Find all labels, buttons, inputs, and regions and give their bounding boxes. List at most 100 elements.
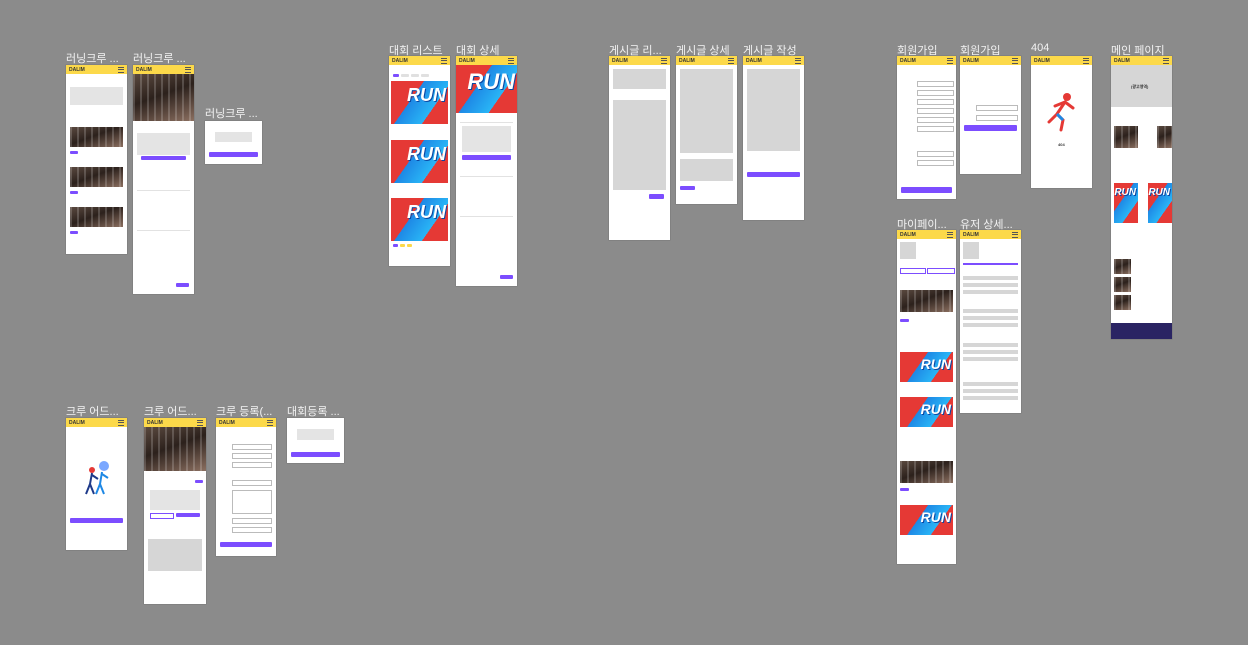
crew-card-photo[interactable] bbox=[1114, 126, 1138, 148]
frame-post-list[interactable]: DALIM bbox=[609, 56, 670, 240]
hamburger-menu-icon[interactable] bbox=[267, 419, 273, 426]
form-input[interactable] bbox=[917, 108, 954, 114]
hamburger-menu-icon[interactable] bbox=[197, 419, 203, 426]
app-logo[interactable]: DALIM bbox=[900, 232, 916, 238]
app-logo[interactable]: DALIM bbox=[69, 67, 85, 73]
create-crew-button[interactable] bbox=[70, 518, 123, 523]
apply-race-button[interactable] bbox=[462, 155, 511, 160]
frame-user-detail[interactable]: DALIM bbox=[960, 230, 1021, 413]
description-textarea[interactable] bbox=[232, 490, 272, 514]
hamburger-menu-icon[interactable] bbox=[947, 231, 953, 238]
form-input[interactable] bbox=[917, 90, 954, 96]
race-poster[interactable]: RUN bbox=[900, 352, 953, 382]
confirm-button[interactable] bbox=[209, 152, 258, 157]
race-poster[interactable]: RUN bbox=[900, 505, 953, 535]
login-button[interactable] bbox=[964, 125, 1017, 131]
hamburger-menu-icon[interactable] bbox=[795, 57, 801, 64]
hamburger-menu-icon[interactable] bbox=[728, 57, 734, 64]
filter-chip[interactable] bbox=[393, 74, 399, 77]
frame-404[interactable]: DALIM 404 bbox=[1031, 56, 1092, 188]
join-crew-button[interactable] bbox=[141, 156, 186, 160]
notice-post[interactable] bbox=[613, 69, 666, 89]
app-logo[interactable]: DALIM bbox=[900, 58, 916, 64]
post-thumbnail[interactable] bbox=[1114, 277, 1131, 292]
race-poster[interactable]: RUN bbox=[1148, 183, 1172, 223]
form-input[interactable] bbox=[917, 160, 954, 166]
frame-race-register[interactable] bbox=[287, 418, 344, 463]
edit-crew-button[interactable] bbox=[150, 513, 174, 519]
logout-button[interactable] bbox=[927, 268, 955, 274]
app-logo[interactable]: DALIM bbox=[136, 67, 152, 73]
post-thumbnail[interactable] bbox=[1114, 295, 1131, 310]
post-editor[interactable] bbox=[747, 69, 800, 151]
frame-post-write[interactable]: DALIM bbox=[743, 56, 804, 220]
crew-card-photo[interactable] bbox=[70, 127, 123, 147]
race-poster[interactable]: RUN bbox=[391, 198, 448, 241]
frame-crew-modal[interactable] bbox=[205, 121, 262, 164]
frame-race-detail[interactable]: DALIM RUN bbox=[456, 56, 517, 286]
race-poster[interactable]: RUN bbox=[391, 81, 448, 124]
comment-submit-button[interactable] bbox=[680, 186, 695, 190]
manage-members-button[interactable] bbox=[176, 513, 200, 517]
app-logo[interactable]: DALIM bbox=[612, 58, 628, 64]
password-input[interactable] bbox=[976, 115, 1018, 121]
form-input[interactable] bbox=[917, 81, 954, 87]
filter-chip[interactable] bbox=[401, 74, 409, 77]
filter-chip[interactable] bbox=[421, 74, 429, 77]
app-logo[interactable]: DALIM bbox=[746, 58, 762, 64]
frame-crew-list[interactable]: DALIM bbox=[66, 65, 127, 254]
form-select[interactable] bbox=[232, 453, 272, 459]
hamburger-menu-icon[interactable] bbox=[118, 419, 124, 426]
app-logo[interactable]: DALIM bbox=[392, 58, 408, 64]
frame-signup-1[interactable]: DALIM bbox=[897, 56, 956, 199]
app-logo[interactable]: DALIM bbox=[679, 58, 695, 64]
form-input[interactable] bbox=[232, 444, 272, 450]
form-input[interactable] bbox=[917, 151, 954, 157]
filter-chip[interactable] bbox=[411, 74, 419, 77]
form-input[interactable] bbox=[232, 462, 272, 468]
hamburger-menu-icon[interactable] bbox=[441, 57, 447, 64]
crew-card-photo[interactable] bbox=[70, 167, 123, 187]
form-input[interactable] bbox=[232, 527, 272, 533]
frame-race-list[interactable]: DALIM RUN RUN RUN bbox=[389, 56, 450, 266]
crew-card-photo[interactable] bbox=[70, 207, 123, 227]
form-select[interactable] bbox=[232, 480, 272, 486]
app-logo[interactable]: DALIM bbox=[147, 420, 163, 426]
race-poster[interactable]: RUN bbox=[900, 397, 953, 427]
hamburger-menu-icon[interactable] bbox=[1163, 57, 1169, 64]
frame-crew-register[interactable]: DALIM bbox=[216, 418, 276, 556]
frame-mypage[interactable]: DALIM RUN RUN RUN bbox=[897, 230, 956, 564]
hamburger-menu-icon[interactable] bbox=[661, 57, 667, 64]
frame-crew-admin-1[interactable]: DALIM bbox=[66, 418, 127, 550]
crew-card-photo[interactable] bbox=[900, 290, 953, 312]
hamburger-menu-icon[interactable] bbox=[947, 57, 953, 64]
app-logo[interactable]: DALIM bbox=[1034, 58, 1050, 64]
confirm-button[interactable] bbox=[291, 452, 340, 457]
app-logo[interactable]: DALIM bbox=[1114, 58, 1130, 64]
race-poster[interactable]: RUN bbox=[1114, 183, 1138, 223]
hamburger-menu-icon[interactable] bbox=[185, 66, 191, 73]
frame-main[interactable]: DALIM (광고영역) RUN RUN bbox=[1111, 56, 1172, 339]
frame-crew-detail[interactable]: DALIM bbox=[133, 65, 194, 294]
race-poster[interactable]: RUN bbox=[391, 140, 448, 183]
edit-profile-button[interactable] bbox=[900, 268, 926, 274]
post-thumbnail[interactable] bbox=[1114, 259, 1131, 274]
post-list-box[interactable] bbox=[613, 100, 666, 190]
write-button[interactable] bbox=[176, 283, 189, 287]
crew-card-photo[interactable] bbox=[900, 461, 953, 483]
form-input[interactable] bbox=[917, 126, 954, 132]
app-logo[interactable]: DALIM bbox=[459, 58, 475, 64]
id-input[interactable] bbox=[976, 105, 1018, 111]
signup-submit-button[interactable] bbox=[901, 187, 952, 193]
crew-card-photo[interactable] bbox=[1157, 126, 1172, 148]
app-logo[interactable]: DALIM bbox=[963, 232, 979, 238]
hamburger-menu-icon[interactable] bbox=[1083, 57, 1089, 64]
hamburger-menu-icon[interactable] bbox=[508, 57, 514, 64]
frame-signup-2[interactable]: DALIM bbox=[960, 56, 1021, 174]
hamburger-menu-icon[interactable] bbox=[1012, 57, 1018, 64]
frame-post-detail[interactable]: DALIM bbox=[676, 56, 737, 204]
register-crew-button[interactable] bbox=[220, 542, 272, 547]
publish-button[interactable] bbox=[747, 172, 800, 177]
app-logo[interactable]: DALIM bbox=[963, 58, 979, 64]
hamburger-menu-icon[interactable] bbox=[1012, 231, 1018, 238]
